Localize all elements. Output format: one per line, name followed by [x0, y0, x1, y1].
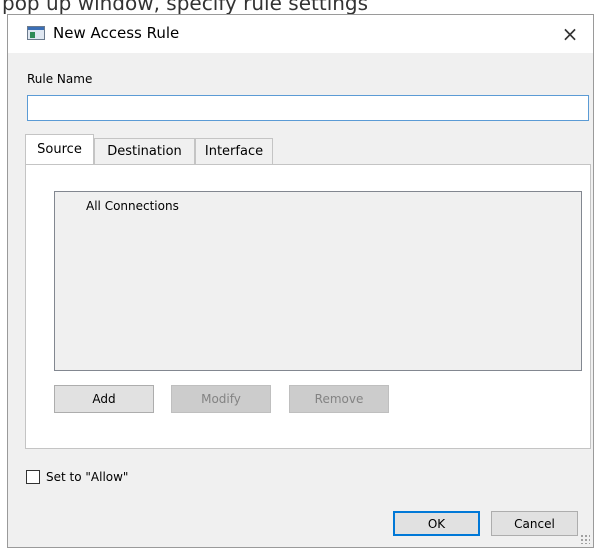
ok-button-label: OK	[427, 516, 446, 531]
tab-destination-label: Destination	[107, 144, 182, 159]
add-button[interactable]: Add	[54, 385, 154, 413]
resize-grip[interactable]	[580, 534, 590, 544]
source-tab-panel: All Connections Add Modify Remove	[25, 164, 591, 449]
cancel-button-label: Cancel	[514, 516, 555, 531]
rule-name-label: Rule Name	[27, 72, 93, 86]
remove-button-label: Remove	[314, 392, 364, 406]
caption-text: pop up window, specify rule settings	[2, 0, 369, 14]
add-button-label: Add	[92, 392, 116, 406]
dialog-title: New Access Rule	[53, 24, 180, 42]
ok-button[interactable]: OK	[393, 511, 480, 536]
rule-name-input[interactable]	[27, 95, 589, 121]
caption-strip: pop up window, specify rule settings	[0, 0, 602, 14]
close-icon: ×	[561, 22, 579, 46]
modify-button-label: Modify	[201, 392, 241, 406]
tab-destination[interactable]: Destination	[94, 138, 195, 164]
dialog-window: New Access Rule × Rule Name Source Desti…	[7, 14, 594, 548]
title-bar: New Access Rule ×	[8, 15, 593, 53]
tab-interface-label: Interface	[204, 144, 264, 159]
tab-source[interactable]: Source	[25, 134, 94, 164]
allow-checkbox[interactable]	[26, 470, 40, 484]
modify-button[interactable]: Modify	[171, 385, 271, 413]
remove-button[interactable]: Remove	[289, 385, 389, 413]
cancel-button[interactable]: Cancel	[491, 511, 578, 536]
list-item[interactable]: All Connections	[86, 199, 179, 213]
tab-source-label: Source	[37, 142, 82, 157]
tab-interface[interactable]: Interface	[195, 138, 273, 164]
close-button[interactable]: ×	[547, 15, 593, 53]
window-icon	[27, 26, 45, 40]
source-list[interactable]: All Connections	[54, 191, 582, 371]
allow-checkbox-label[interactable]: Set to "Allow"	[46, 470, 128, 484]
